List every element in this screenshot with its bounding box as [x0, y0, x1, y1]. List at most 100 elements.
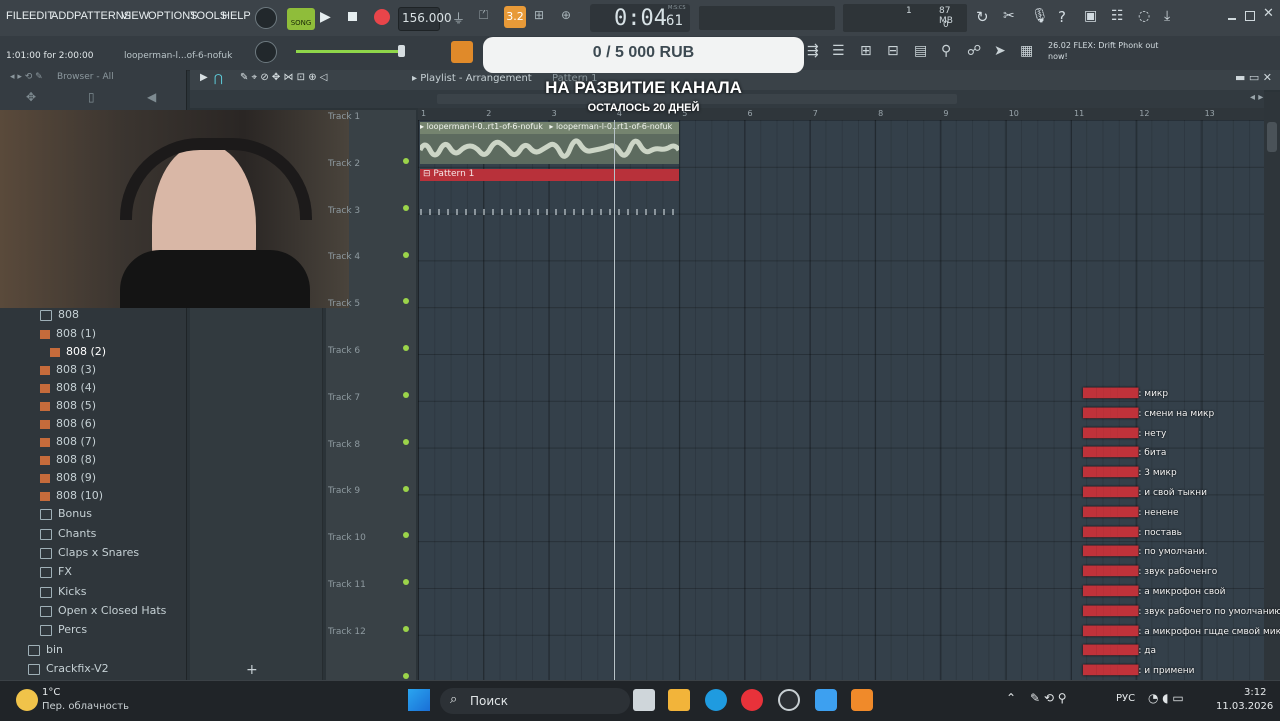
audio-clip-header[interactable]: ▸ looperman-l-0..rt1-of-6-nofuk ▸ looper… [420, 122, 679, 134]
track-mute-led[interactable] [403, 251, 409, 258]
browser-speaker-icon[interactable]: ◀ [147, 90, 156, 104]
track-label[interactable]: Track 5 [328, 299, 360, 309]
tempo-display[interactable]: 156.000 [398, 7, 452, 31]
browser-item[interactable]: 808 [40, 306, 79, 324]
browser-item[interactable]: 808 (10) [40, 487, 103, 505]
piano-roll-icon[interactable] [451, 41, 473, 63]
minimize-icon[interactable] [1228, 18, 1236, 20]
browser-item[interactable]: 808 (5) [40, 397, 96, 415]
loop-record-icon[interactable]: ⊞ [534, 8, 554, 26]
mic-icon[interactable]: 🎙 [1031, 8, 1049, 24]
track-label[interactable]: Track 2 [328, 159, 360, 169]
playlist-play-icon[interactable]: ▶ [200, 72, 208, 83]
wait-icon[interactable]: ⏍ [479, 8, 499, 26]
chat-icon[interactable]: ◌ [1138, 8, 1150, 24]
task-view-icon[interactable] [633, 689, 655, 711]
clock-date[interactable]: 11.03.2026 [1216, 701, 1273, 712]
browser-item[interactable]: 808 (4) [40, 379, 96, 397]
tray-chevron-icon[interactable]: ⌃ [1006, 691, 1016, 705]
track-mute-led[interactable] [403, 626, 409, 632]
obs-icon[interactable] [778, 689, 800, 711]
network-volume-battery-icon[interactable]: ◔ ◖ ▭ [1148, 691, 1184, 705]
time-display[interactable]: 0:04 61 M:S:CS [590, 4, 690, 32]
help-icon[interactable]: ? [1058, 8, 1066, 26]
render-icon[interactable]: ➤ [994, 43, 1006, 59]
stop-icon[interactable] [348, 12, 357, 21]
fl-studio-icon[interactable] [851, 689, 873, 711]
edge-icon[interactable] [705, 689, 727, 711]
vertical-scrollbar[interactable] [1264, 92, 1280, 680]
search-box[interactable]: ⌕ Поиск [440, 688, 630, 714]
track-mute-led[interactable] [403, 158, 409, 164]
blend-notes-icon[interactable]: ⊕ [561, 8, 581, 26]
record-icon[interactable] [374, 9, 390, 25]
track-mute-led[interactable] [403, 672, 409, 679]
browser-item[interactable]: FX [40, 563, 72, 581]
browser-item[interactable]: Claps x Snares [40, 544, 139, 562]
track-mute-led[interactable] [403, 392, 409, 398]
slider-handle[interactable] [398, 45, 405, 57]
pattern-number[interactable]: 3.2 [504, 6, 526, 28]
app-icon[interactable] [815, 689, 837, 711]
master-pitch-knob[interactable] [255, 41, 277, 63]
track-label[interactable]: Track 11 [328, 580, 366, 590]
browser-item[interactable]: Kicks [40, 583, 86, 601]
browser-item[interactable]: 808 (6) [40, 415, 96, 433]
add-track-icon[interactable]: + [246, 662, 258, 678]
pattern-clip[interactable]: ⊟ Pattern 1 [420, 169, 679, 181]
track-label[interactable]: Track 1 [328, 112, 360, 122]
browser-item[interactable]: Open x Closed Hats [40, 602, 166, 620]
stats-icon[interactable]: ▦ [1020, 43, 1033, 59]
track-label[interactable]: Track 6 [328, 346, 360, 356]
track-mute-led[interactable] [403, 204, 409, 211]
tempo-tapper-icon[interactable]: ☍ [967, 43, 981, 59]
track-label[interactable]: Track 8 [328, 440, 360, 450]
browser-item[interactable]: 808 (1) [40, 325, 96, 343]
metronome-icon[interactable]: ⏚ [452, 8, 472, 27]
browser-item[interactable]: 808 (9) [40, 469, 96, 487]
browser-nav-icon[interactable]: ◂ ▸ ⟲ ✎ [10, 72, 43, 82]
weather-temp[interactable]: 1°C [42, 687, 60, 698]
track-label[interactable]: Track 3 [328, 206, 360, 216]
browser-file-icon[interactable]: ▯ [88, 90, 95, 104]
track-label[interactable]: Track 12 [328, 627, 366, 637]
track-mute-led[interactable] [403, 438, 409, 445]
undo-icon[interactable]: ↻ [976, 8, 989, 26]
menu-help[interactable]: HELP [222, 10, 251, 22]
yandex-icon[interactable] [741, 689, 763, 711]
scroll-arrows-icon[interactable]: ◂ ▸ [1250, 92, 1263, 103]
track-label[interactable]: Track 9 [328, 486, 360, 496]
browser-item[interactable]: 808 (2) [50, 343, 106, 361]
plugin-icon[interactable]: ⚲ [941, 43, 951, 59]
mixer-icon[interactable]: ☷ [1111, 8, 1124, 24]
mixer-view-icon[interactable]: ⊞ [860, 43, 872, 59]
scroll-thumb[interactable] [1267, 122, 1277, 152]
playlist-window-controls[interactable]: ▬ ▭ ✕ [1235, 71, 1272, 84]
clock-time[interactable]: 3:12 [1244, 687, 1266, 698]
download-icon[interactable]: ⤓ [1164, 8, 1170, 24]
language-indicator[interactable]: РУС [1116, 693, 1135, 704]
save-icon[interactable]: ▣ [1084, 8, 1097, 24]
tray-icons[interactable]: ✎ ⟲ ⚲ [1030, 691, 1067, 705]
news-ticker[interactable]: 26.02 FLEX: Drift Phonk out now! [1048, 40, 1178, 62]
weather-icon[interactable] [16, 689, 38, 711]
snap-icon[interactable]: ⇶ [807, 43, 819, 59]
browser-item[interactable]: Percs [40, 621, 87, 639]
close-icon[interactable]: ✕ [1263, 6, 1274, 21]
browser-add-icon[interactable]: ✥ [26, 90, 36, 104]
start-icon[interactable] [408, 689, 430, 711]
browser-item[interactable]: 808 (8) [40, 451, 96, 469]
browser-item[interactable]: Chants [40, 525, 96, 543]
song-mode-toggle[interactable]: SONG [287, 8, 315, 30]
browser-item[interactable]: Bonus [40, 505, 92, 523]
master-volume-knob[interactable] [255, 7, 277, 29]
track-label[interactable]: Track 10 [328, 533, 366, 543]
playlist-icon[interactable]: ☰ [832, 43, 845, 59]
browser-icon[interactable]: ▤ [914, 43, 927, 59]
magnet-icon[interactable]: ⋂ [214, 72, 223, 85]
draw-tools-icon[interactable]: ✎ ⌖ ⊘ ✥ ⋈ ⊡ ⊕ ◁ [240, 72, 327, 83]
play-icon[interactable]: ▶ [320, 8, 336, 26]
browser-item[interactable]: 808 (3) [40, 361, 96, 379]
weather-desc[interactable]: Пер. облачность [42, 701, 129, 712]
channel-rack-icon[interactable]: ⊟ [887, 43, 899, 59]
